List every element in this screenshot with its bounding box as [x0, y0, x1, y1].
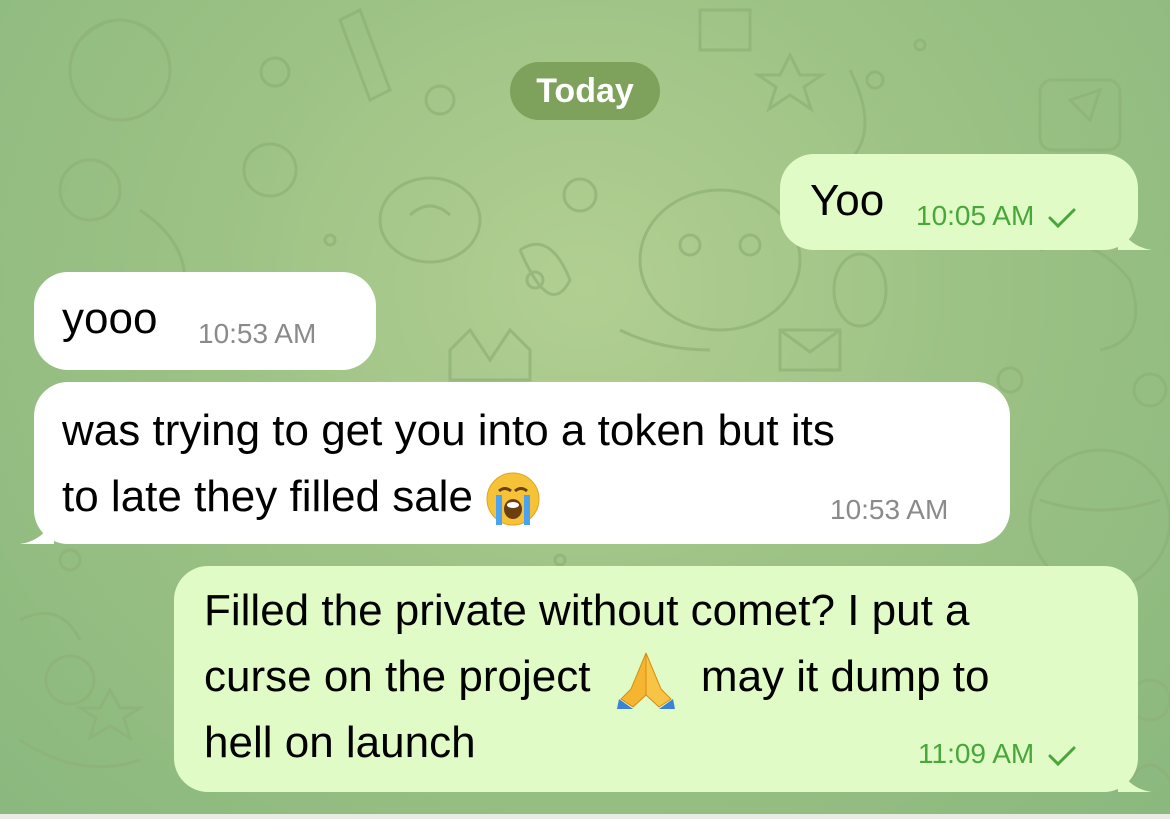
bubble-tail [20, 514, 54, 544]
loudly-crying-face-icon [486, 472, 540, 526]
message-bubble-incoming[interactable]: was trying to get you into a token but i… [20, 382, 1010, 544]
read-check-icon [1048, 746, 1076, 766]
message-text-segment: may it dump to [700, 652, 990, 701]
message-bubble-incoming[interactable]: yooo 10:53 AM [34, 272, 376, 370]
message-text-line: was trying to get you into a token but i… [62, 406, 835, 455]
message-text-line: Filled the private without comet? I put … [204, 586, 970, 635]
message-text: yooo [62, 294, 158, 343]
message-text-segment: to late they filled sale [62, 472, 473, 521]
message-time: 11:09 AM [918, 738, 1078, 770]
message-timestamp: 10:53 AM [830, 494, 949, 525]
message-text: Yoo [810, 176, 885, 225]
bubble-tail [1118, 220, 1152, 250]
message-timestamp: 10:05 AM [916, 200, 1035, 231]
message-text-line: to late they filled sale [62, 464, 541, 530]
message-bubble-outgoing[interactable]: Filled the private without comet? I put … [174, 566, 1152, 792]
message-text-segment: curse on the project [204, 652, 591, 701]
date-separator: Today [510, 62, 660, 120]
message-timestamp: 11:09 AM [918, 738, 1035, 769]
message-time: 10:05 AM [916, 200, 1078, 232]
message-timestamp: 10:53 AM [198, 318, 317, 349]
read-check-icon [1048, 208, 1076, 228]
folded-hands-icon [616, 653, 675, 710]
message-text-line: hell on launch [204, 718, 476, 767]
bubble-tail [1118, 762, 1152, 792]
message-text-line: curse on the project may it dump to [204, 644, 989, 710]
bottom-edge [0, 814, 1170, 819]
message-bubble-outgoing[interactable]: Yoo 10:05 AM [780, 154, 1152, 250]
